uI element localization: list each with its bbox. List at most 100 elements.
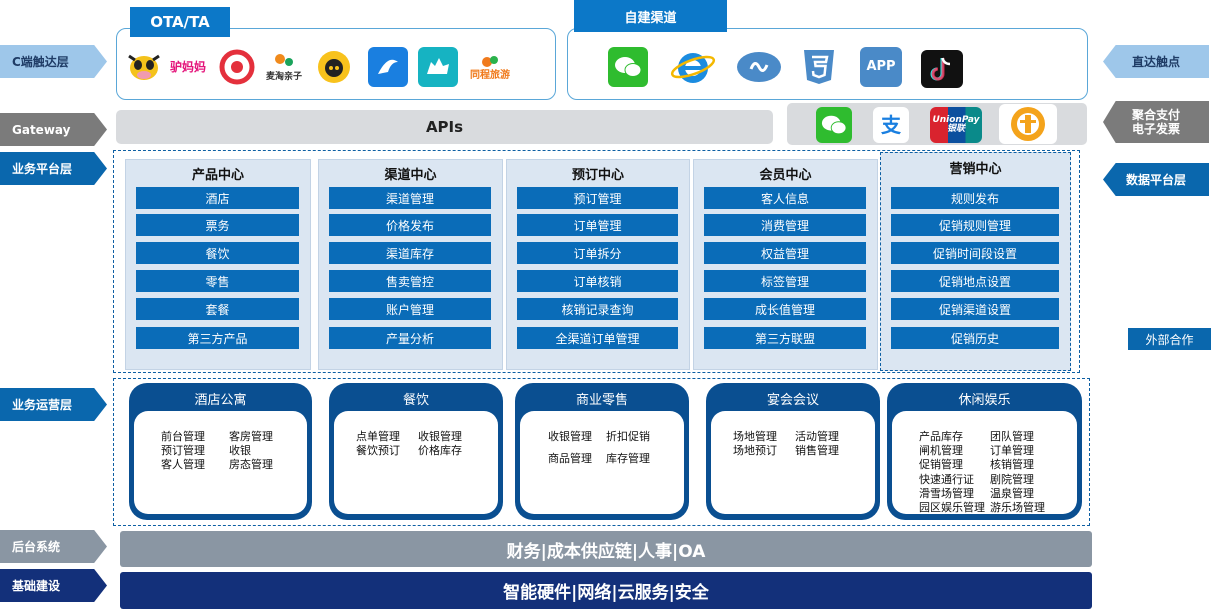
center-item[interactable]: 消费管理: [704, 214, 866, 236]
infrastructure-bar: 智能硬件|网络|云服务|安全: [120, 572, 1092, 609]
center-item[interactable]: 核销记录查询: [517, 298, 678, 320]
ops-feature-item: 场地预订: [733, 444, 777, 457]
center-item[interactable]: 客人信息: [704, 187, 866, 209]
donkey-mama-text: 驴妈妈: [169, 59, 206, 74]
center-item[interactable]: 第三方联盟: [704, 327, 866, 349]
gateway-layer-label: Gateway: [0, 113, 107, 146]
direct-touchpoint-label: 直达触点: [1103, 45, 1209, 78]
app-icon-text: APP: [866, 59, 896, 75]
html5-icon: [799, 47, 839, 87]
ops-card: 餐饮点单管理 餐饮预订 收银管理 价格库存: [329, 383, 503, 520]
ops-feature-item: 折扣促销: [606, 430, 650, 443]
ops-card-title: 宴会会议: [766, 393, 819, 408]
ota-tag: OTA/TA: [130, 7, 230, 37]
wechat-icon: [608, 47, 648, 87]
payment-label-line1: 聚合支付: [1131, 107, 1180, 122]
ops-feature-item: 商品管理: [548, 452, 592, 465]
self-channel-tag: 自建渠道: [574, 0, 727, 32]
tiktok-icon: [921, 50, 963, 88]
center-item[interactable]: 账户管理: [329, 298, 491, 320]
cow-icon: [124, 47, 164, 87]
ops-feature-item: 收银管理: [548, 430, 592, 443]
external-cooperation-label: 外部合作: [1128, 328, 1211, 350]
ops-card: 商业零售收银管理商品管理 折扣促销库存管理: [515, 383, 689, 520]
ops-card-title: 商业零售: [575, 393, 628, 408]
ctrip-icon: [368, 47, 408, 87]
qunar-icon: [217, 47, 257, 87]
ops-card-title: 休闲娱乐: [958, 393, 1011, 408]
tongcheng-icon: 同程旅游: [466, 47, 514, 87]
payment-invoice-label: 聚合支付 电子发票: [1103, 101, 1209, 143]
infra-layer-label: 基础建设: [0, 569, 107, 602]
center-item[interactable]: 成长值管理: [704, 298, 866, 320]
c-end-layer-label: C端触达层: [0, 45, 107, 78]
ops-feature-item: 园区娱乐管理: [919, 501, 985, 514]
center-item[interactable]: 订单核销: [517, 270, 678, 292]
ops-card-body: 点单管理 餐饮预订 收银管理 价格库存: [334, 411, 498, 514]
ops-card-title: 酒店公寓: [194, 393, 247, 408]
qunar-camel-icon: [418, 47, 458, 87]
center-title: 预订中心: [571, 168, 624, 183]
donkey-mama-icon: 驴妈妈: [168, 47, 208, 87]
wechat-pay-icon: [816, 107, 852, 143]
center-item[interactable]: 产量分析: [329, 327, 491, 349]
center-title: 会员中心: [759, 168, 812, 183]
center-item[interactable]: 促销地点设置: [891, 270, 1059, 292]
miniprogram-icon: [734, 47, 784, 87]
ops-feature-item: 库存管理: [606, 452, 650, 465]
ops-feature-item: 销售管理: [795, 444, 839, 457]
ops-card-body: 前台管理 预订管理 客人管理 客房管理 收银 房态管理: [134, 411, 307, 514]
unionpay-icon: UnionPay 银联: [930, 107, 982, 143]
backend-systems-bar: 财务|成本供应链|人事|OA: [120, 531, 1092, 567]
center-item[interactable]: 全渠道订单管理: [517, 327, 678, 349]
ops-card-body: 收银管理商品管理 折扣促销库存管理: [520, 411, 684, 514]
center-item[interactable]: 促销渠道设置: [891, 298, 1059, 320]
center-item[interactable]: 渠道库存: [329, 242, 491, 264]
center-item[interactable]: 第三方产品: [136, 327, 299, 349]
payment-label-line2: 电子发票: [1131, 122, 1180, 136]
ops-feature-item: 餐饮预订: [356, 444, 400, 457]
ops-card: 休闲娱乐产品库存 闸机管理 促销管理 快速通行证 滑雪场管理 园区娱乐管理 团队管理 订单管理…: [887, 383, 1082, 520]
center-item[interactable]: 规则发布: [891, 187, 1059, 209]
mama-qinzi-text: 麦淘亲子: [265, 72, 302, 83]
fliggy-pig-icon: [314, 47, 354, 87]
center-item[interactable]: 价格发布: [329, 214, 491, 236]
center-item[interactable]: 零售: [136, 270, 299, 292]
center-item[interactable]: 酒店: [136, 187, 299, 209]
biz-platform-layer-label: 业务平台层: [0, 152, 107, 185]
center-item[interactable]: 套餐: [136, 298, 299, 320]
apis-bar: APIs: [116, 110, 773, 144]
tax-invoice-icon: [999, 104, 1057, 144]
ops-feature-item: 游乐场管理: [990, 501, 1045, 514]
mama-qinzi-icon: 麦淘亲子: [264, 47, 304, 87]
alipay-text: 支: [881, 112, 901, 137]
ops-feature-item: 房态管理: [229, 458, 273, 471]
center-item[interactable]: 标签管理: [704, 270, 866, 292]
center-item[interactable]: 促销时间段设置: [891, 242, 1059, 264]
center-item[interactable]: 售卖管控: [329, 270, 491, 292]
center-item[interactable]: 订单管理: [517, 214, 678, 236]
ops-card-body: 产品库存 闸机管理 促销管理 快速通行证 滑雪场管理 园区娱乐管理 团队管理 订单管理 核销管理…: [892, 411, 1077, 514]
unionpay-text: UnionPay 银联: [932, 114, 980, 134]
center-item[interactable]: 订单拆分: [517, 242, 678, 264]
ops-feature-item: 客人管理: [161, 458, 205, 471]
biz-ops-layer-label: 业务运营层: [0, 388, 107, 421]
center-title: 营销中心: [949, 162, 1002, 177]
data-platform-label: 数据平台层: [1103, 163, 1209, 196]
center-title: 产品中心: [191, 168, 244, 183]
center-item[interactable]: 预订管理: [517, 187, 678, 209]
ie-browser-icon: [668, 45, 718, 89]
app-icon: APP: [860, 47, 902, 87]
center-item[interactable]: 渠道管理: [329, 187, 491, 209]
center-item[interactable]: 餐饮: [136, 242, 299, 264]
backend-layer-label: 后台系统: [0, 530, 107, 563]
ops-feature-item: 价格库存: [418, 444, 462, 457]
center-item[interactable]: 促销历史: [891, 327, 1059, 349]
center-item[interactable]: 促销规则管理: [891, 214, 1059, 236]
center-title: 渠道中心: [384, 168, 437, 183]
ops-card: 酒店公寓前台管理 预订管理 客人管理 客房管理 收银 房态管理: [129, 383, 312, 520]
center-item[interactable]: 权益管理: [704, 242, 866, 264]
ops-card-title: 餐饮: [402, 393, 429, 408]
center-item[interactable]: 票务: [136, 214, 299, 236]
ops-card: 宴会会议 场地管理 场地预订 活动管理 销售管理: [706, 383, 880, 520]
